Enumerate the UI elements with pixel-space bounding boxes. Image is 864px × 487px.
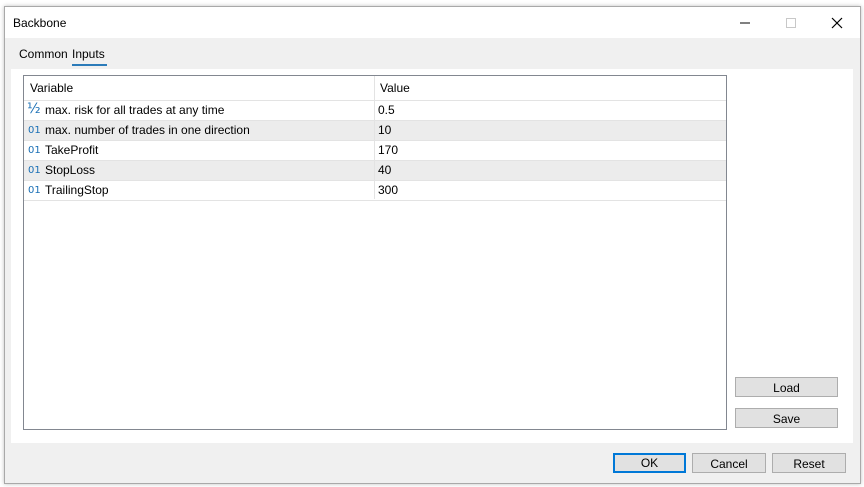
table-row[interactable]: 01 StopLoss 40: [24, 161, 726, 181]
close-icon: [831, 17, 843, 29]
inputs-grid: Variable Value ½ max. risk for all trade…: [23, 75, 727, 430]
table-row[interactable]: 01 TakeProfit 170: [24, 141, 726, 161]
reset-button[interactable]: Reset: [772, 453, 846, 473]
column-divider: [374, 76, 375, 199]
variable-value[interactable]: 0.5: [378, 101, 395, 120]
fraction-icon: ½: [27, 101, 41, 117]
integer-icon: 01: [28, 165, 41, 176]
integer-icon: 01: [28, 145, 41, 156]
column-header-value[interactable]: Value: [380, 76, 410, 100]
variable-name: TakeProfit: [45, 143, 99, 157]
maximize-icon: [786, 18, 796, 28]
dialog-window: Backbone Common Inputs Variable Value ½ …: [4, 6, 861, 484]
table-row[interactable]: 01 max. number of trades in one directio…: [24, 121, 726, 141]
inputs-panel: Variable Value ½ max. risk for all trade…: [11, 69, 853, 443]
grid-header: Variable Value: [24, 76, 726, 101]
save-button[interactable]: Save: [735, 408, 838, 428]
close-button[interactable]: [814, 7, 860, 38]
integer-icon: 01: [28, 125, 41, 136]
load-button[interactable]: Load: [735, 377, 838, 397]
variable-name: TrailingStop: [45, 183, 109, 197]
variable-value[interactable]: 40: [378, 161, 391, 180]
variable-name: StopLoss: [45, 163, 96, 177]
integer-icon: 01: [28, 185, 41, 196]
window-title: Backbone: [13, 16, 67, 30]
variable-value[interactable]: 10: [378, 121, 391, 140]
cancel-button[interactable]: Cancel: [692, 453, 766, 473]
column-header-variable[interactable]: Variable: [30, 76, 73, 100]
minimize-button[interactable]: [722, 7, 768, 38]
title-bar[interactable]: Backbone: [5, 7, 860, 38]
tab-common[interactable]: Common: [19, 47, 68, 61]
table-row[interactable]: ½ max. risk for all trades at any time 0…: [24, 101, 726, 121]
maximize-button[interactable]: [768, 7, 814, 38]
variable-value[interactable]: 300: [378, 181, 398, 200]
tab-inputs[interactable]: Inputs: [72, 47, 107, 66]
table-row[interactable]: 01 TrailingStop 300: [24, 181, 726, 201]
variable-name: max. number of trades in one direction: [45, 123, 250, 137]
ok-button[interactable]: OK: [613, 453, 686, 473]
variable-name: max. risk for all trades at any time: [45, 103, 225, 117]
variable-value[interactable]: 170: [378, 141, 398, 160]
minimize-icon: [740, 22, 750, 24]
